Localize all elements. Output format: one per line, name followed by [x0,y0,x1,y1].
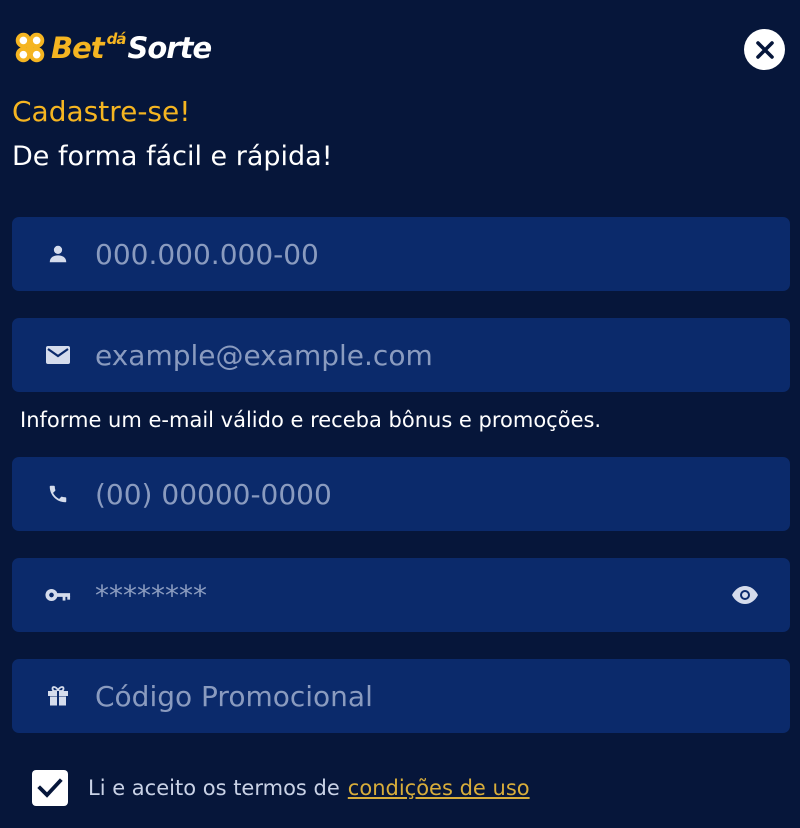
phone-input[interactable] [95,457,790,531]
eye-icon [732,586,758,604]
signup-title: Cadastre-se! [12,95,191,128]
logo-sorte: Sorte [127,31,213,65]
logo-wordmark: Bet dá Sorte [51,30,213,65]
toggle-password-visibility[interactable] [730,580,760,610]
phone-field-container [12,457,790,531]
close-button[interactable] [744,29,785,70]
key-icon [45,582,71,608]
password-input[interactable] [95,558,730,632]
terms-row: Li e aceito os termos de condições de us… [32,770,530,806]
email-input[interactable] [95,318,790,392]
check-icon [37,778,63,798]
email-hint: Informe um e-mail válido e receba bônus … [20,408,602,432]
person-icon [45,241,71,267]
clover-icon [15,32,45,63]
close-icon [755,40,774,59]
logo-da: dá [106,30,127,48]
password-field-container [12,558,790,632]
phone-icon [45,481,71,507]
terms-link[interactable]: condições de uso [348,776,530,800]
promo-code-input[interactable] [95,659,790,733]
terms-checkbox[interactable] [32,770,68,806]
email-field-container [12,318,790,392]
signup-subtitle: De forma fácil e rápida! [12,141,333,172]
promo-field-container [12,659,790,733]
cpf-input[interactable] [95,217,790,291]
signup-page: Bet dá Sorte Cadastre-se! De forma fácil… [0,0,800,828]
mail-icon [45,342,71,368]
terms-text: Li e aceito os termos de [88,776,340,800]
logo-bet: Bet [51,31,105,65]
betdasorte-logo: Bet dá Sorte [11,26,213,70]
gift-icon [45,683,71,709]
cpf-field-container [12,217,790,291]
